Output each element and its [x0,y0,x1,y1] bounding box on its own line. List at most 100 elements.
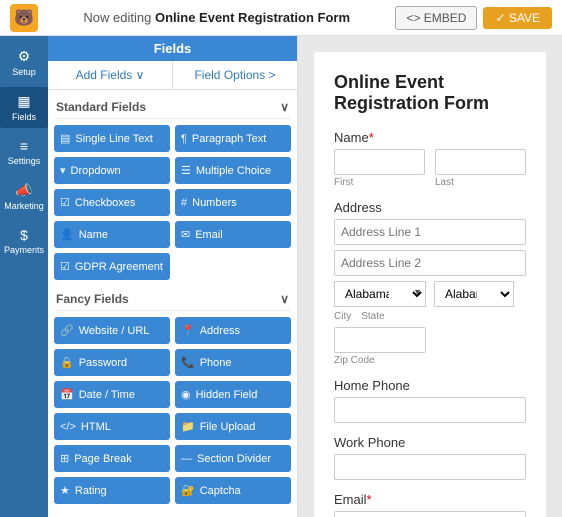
preview-panel: Online Event Registration Form Name* Fir… [298,36,562,517]
logo-icon: 🐻 [10,4,38,32]
website-icon: 🔗 [60,324,74,337]
html-icon: </> [60,421,76,433]
sidebar-item-fields[interactable]: ▦ Fields [0,87,48,128]
fancy-fields-header: Fancy Fields ∨ [54,288,291,311]
field-btn-hidden[interactable]: ◉ Hidden Field [175,381,291,408]
work-phone-label: Work Phone [334,435,526,450]
main-layout: ⚙ Setup ▦ Fields ≡ Settings 📣 Marketing … [0,36,562,517]
work-phone-input[interactable] [334,454,526,480]
field-btn-dropdown[interactable]: ▾ Dropdown [54,157,170,184]
top-bar-actions: <> EMBED ✓ SAVE [395,6,552,30]
address-icon: 📍 [181,324,195,337]
city-sub-label: City [334,311,351,322]
field-btn-email[interactable]: ✉ Email [175,221,291,248]
fields-tabs: Add Fields ∨ Field Options > [48,61,297,90]
fields-content: Standard Fields ∨ ▤ Single Line Text ¶ P… [48,90,297,517]
sidebar-item-marketing-label: Marketing [4,201,44,211]
fields-panel-header: Fields [48,36,297,61]
tab-field-options[interactable]: Field Options > [173,61,297,89]
form-field-work-phone: Work Phone [334,435,526,480]
rating-icon: ★ [60,484,70,497]
sidebar-item-payments[interactable]: $ Payments [0,221,48,261]
setup-icon: ⚙ [18,48,31,65]
field-btn-datetime[interactable]: 📅 Date / Time [54,381,170,408]
page-title: Now editing Online Event Registration Fo… [38,10,395,25]
field-btn-name[interactable]: 👤 Name [54,221,170,248]
form-field-home-phone: Home Phone [334,378,526,423]
fancy-fields-grid: 🔗 Website / URL 📍 Address 🔒 Password 📞 P… [54,317,291,504]
field-btn-rating[interactable]: ★ Rating [54,477,170,504]
address-line2-input[interactable] [334,250,526,276]
numbers-icon: # [181,197,187,209]
zip-input[interactable] [334,327,426,353]
captcha-icon: 🔐 [181,484,195,497]
address-label: Address [334,200,526,215]
form-field-email: Email* [334,492,526,517]
field-btn-multiple-choice[interactable]: ☰ Multiple Choice [175,157,291,184]
page-break-icon: ⊞ [60,452,69,465]
standard-fields-grid: ▤ Single Line Text ¶ Paragraph Text ▾ Dr… [54,125,291,280]
datetime-icon: 📅 [60,388,74,401]
gdpr-icon: ☑ [60,260,70,273]
field-btn-phone[interactable]: 📞 Phone [175,349,291,376]
sidebar-item-fields-label: Fields [12,112,36,122]
state-sub-label: State [361,311,384,322]
email-input[interactable] [334,511,526,517]
multiple-choice-icon: ☰ [181,164,191,177]
field-btn-file-upload[interactable]: 📁 File Upload [175,413,291,440]
form-preview: Online Event Registration Form Name* Fir… [314,52,546,517]
field-btn-checkboxes[interactable]: ☑ Checkboxes [54,189,170,216]
address-line1-input[interactable] [334,219,526,245]
marketing-icon: 📣 [15,182,32,199]
payments-icon: $ [20,227,28,243]
name-last-label: Last [435,177,526,188]
state-select2[interactable]: Alabama [434,281,514,307]
sidebar-item-settings[interactable]: ≡ Settings [0,132,48,172]
form-field-address: Address Alabama Alaska Al [334,200,526,366]
email-icon: ✉ [181,228,190,241]
standard-fields-collapse-icon[interactable]: ∨ [280,100,289,114]
settings-icon: ≡ [20,138,28,154]
field-btn-captcha[interactable]: 🔐 Captcha [175,477,291,504]
name-row: First Last [334,149,526,188]
single-line-icon: ▤ [60,132,70,145]
field-btn-html[interactable]: </> HTML [54,413,170,440]
tab-add-fields[interactable]: Add Fields ∨ [48,61,173,89]
sidebar-nav: ⚙ Setup ▦ Fields ≡ Settings 📣 Marketing … [0,36,48,517]
field-btn-section-divider[interactable]: — Section Divider [175,445,291,472]
field-btn-password[interactable]: 🔒 Password [54,349,170,376]
email-field-label: Email* [334,492,526,507]
fields-icon: ▦ [17,93,30,110]
password-icon: 🔒 [60,356,74,369]
standard-fields-header: Standard Fields ∨ [54,96,291,119]
sidebar-item-setup[interactable]: ⚙ Setup [0,42,48,83]
city-state-row: Alabama Alaska Alabama [334,281,526,307]
sidebar-item-setup-label: Setup [12,67,36,77]
field-btn-website[interactable]: 🔗 Website / URL [54,317,170,344]
sidebar-item-marketing[interactable]: 📣 Marketing [0,176,48,217]
fancy-fields-collapse-icon[interactable]: ∨ [280,292,289,306]
field-btn-numbers[interactable]: # Numbers [175,189,291,216]
field-btn-single-line[interactable]: ▤ Single Line Text [54,125,170,152]
embed-button[interactable]: <> EMBED [395,6,477,30]
field-btn-address[interactable]: 📍 Address [175,317,291,344]
save-button[interactable]: ✓ SAVE [483,7,552,29]
name-last-input[interactable] [435,149,526,175]
name-label: Name* [334,130,526,145]
state-select[interactable]: Alabama Alaska [334,281,426,307]
name-first-input[interactable] [334,149,425,175]
field-btn-paragraph[interactable]: ¶ Paragraph Text [175,125,291,152]
fields-panel: Fields Add Fields ∨ Field Options > Stan… [48,36,298,517]
field-btn-page-break[interactable]: ⊞ Page Break [54,445,170,472]
sidebar-item-payments-label: Payments [4,245,44,255]
checkboxes-icon: ☑ [60,196,70,209]
dropdown-icon: ▾ [60,164,66,177]
paragraph-icon: ¶ [181,133,187,145]
logo: 🐻 [10,4,38,32]
home-phone-label: Home Phone [334,378,526,393]
name-icon: 👤 [60,228,74,241]
home-phone-input[interactable] [334,397,526,423]
hidden-icon: ◉ [181,388,191,401]
name-first-label: First [334,177,425,188]
field-btn-gdpr[interactable]: ☑ GDPR Agreement [54,253,170,280]
